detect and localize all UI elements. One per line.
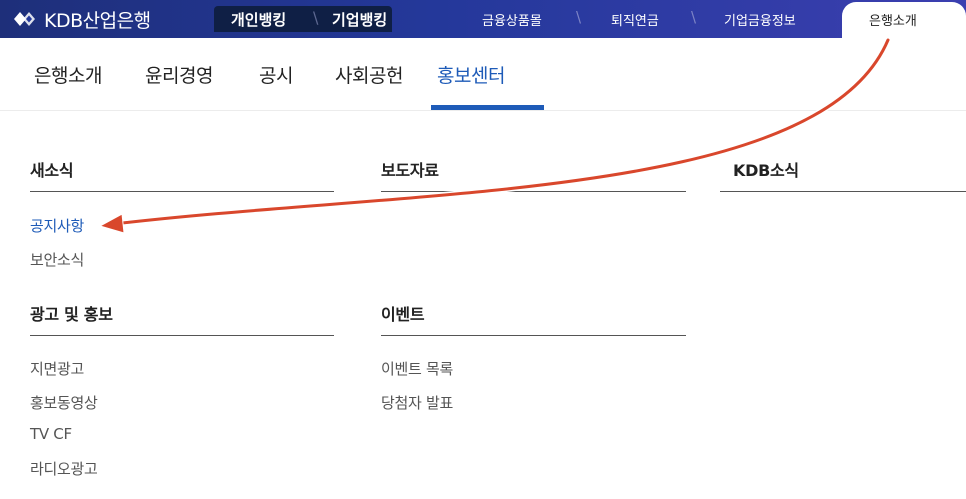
section-divider xyxy=(30,191,334,192)
active-subnav-indicator xyxy=(431,105,544,110)
link-security-news[interactable]: 보안소식 xyxy=(30,249,84,270)
link-pr-videos[interactable]: 홍보동영상 xyxy=(30,392,98,413)
section-title-events[interactable]: 이벤트 xyxy=(381,301,425,325)
section-divider xyxy=(720,191,966,192)
kdb-logo[interactable]: KDB산업은행 xyxy=(14,5,151,33)
section-divider xyxy=(381,191,686,192)
top-navigation-bar: KDB산업은행 개인뱅킹 \ 기업뱅킹 금융상품몰 \ 퇴직연금 \ 기업금융정… xyxy=(0,0,966,38)
logo-text: KDB산업은행 xyxy=(44,9,151,32)
banking-tab-group: 개인뱅킹 \ 기업뱅킹 xyxy=(214,6,392,32)
subnav-item-bank-intro[interactable]: 은행소개 xyxy=(34,61,102,88)
section-title-kdb-news[interactable]: KDB소식 xyxy=(733,157,799,181)
subnav-item-disclosure[interactable]: 공시 xyxy=(259,61,293,88)
link-radio-ads[interactable]: 라디오광고 xyxy=(30,458,98,479)
tab-personal-banking[interactable]: 개인뱅킹 xyxy=(231,9,286,30)
tab-bank-introduction-label: 은행소개 xyxy=(869,14,917,29)
section-divider xyxy=(30,335,334,336)
link-tv-cf[interactable]: TV CF xyxy=(30,425,72,443)
link-event-list[interactable]: 이벤트 목록 xyxy=(381,358,453,379)
subnav-item-ethics[interactable]: 윤리경영 xyxy=(145,61,213,88)
link-retirement-pension[interactable]: 퇴직연금 xyxy=(611,10,659,29)
link-notices[interactable]: 공지사항 xyxy=(30,215,84,236)
link-financial-products[interactable]: 금융상품몰 xyxy=(482,10,542,29)
subnav-item-pr-center[interactable]: 홍보센터 xyxy=(437,61,505,88)
kdb-logo-icon xyxy=(14,12,35,26)
link-corporate-finance-info[interactable]: 기업금융정보 xyxy=(724,10,796,29)
subnav-item-social-contribution[interactable]: 사회공헌 xyxy=(335,61,403,88)
link-divider: \ xyxy=(691,8,697,26)
section-divider xyxy=(381,335,686,336)
sub-navigation: 은행소개 윤리경영 공시 사회공헌 홍보센터 xyxy=(0,38,966,111)
tab-divider: \ xyxy=(313,8,319,27)
link-winner-announcement[interactable]: 당첨자 발표 xyxy=(381,392,453,413)
tab-bank-introduction[interactable]: 은행소개 xyxy=(842,2,966,38)
tab-corporate-banking[interactable]: 기업뱅킹 xyxy=(332,9,387,30)
link-divider: \ xyxy=(576,8,582,26)
section-title-press-releases[interactable]: 보도자료 xyxy=(381,157,439,181)
section-title-advertising[interactable]: 광고 및 홍보 xyxy=(30,301,113,325)
section-title-news[interactable]: 새소식 xyxy=(30,157,74,181)
link-print-ads[interactable]: 지면광고 xyxy=(30,358,84,379)
